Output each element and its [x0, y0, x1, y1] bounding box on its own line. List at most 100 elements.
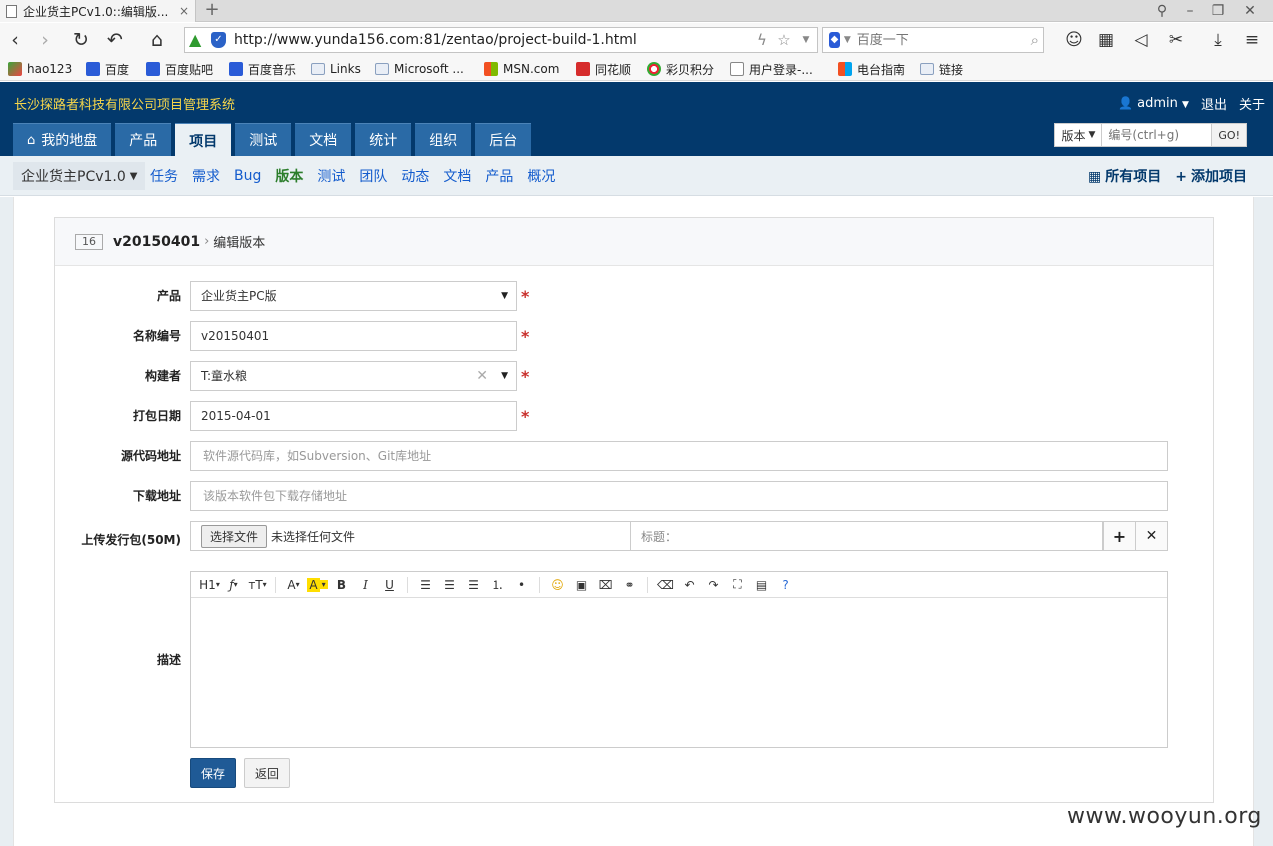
build-title[interactable]: v20150401 [113, 234, 200, 250]
reload-icon[interactable]: ↻ [68, 27, 94, 53]
subnav-product[interactable]: 产品 [485, 166, 513, 186]
close-tab-icon[interactable]: × [179, 4, 189, 18]
tab-qa[interactable]: 测试 [235, 123, 292, 156]
menu-icon[interactable]: ≡ [1238, 27, 1266, 53]
all-projects-link[interactable]: ▦ 所有项目 [1088, 166, 1161, 186]
subnav-task[interactable]: 任务 [150, 166, 178, 186]
image-icon[interactable]: ▣ [571, 575, 592, 595]
unordered-list-icon[interactable]: • [511, 575, 532, 595]
highlight-color-button[interactable]: A ▾ [307, 575, 328, 595]
paste-icon[interactable]: ▤ [751, 575, 772, 595]
subnav-bug[interactable]: Bug [234, 168, 261, 184]
bookmark-item[interactable]: 链接 [920, 60, 963, 78]
add-project-link[interactable]: + 添加项目 [1175, 166, 1247, 186]
star-icon[interactable]: ☆ [773, 31, 795, 49]
chevron-down-icon[interactable]: ▼ [844, 35, 851, 45]
tab-report[interactable]: 统计 [355, 123, 412, 156]
bookmark-item[interactable]: Links [311, 60, 361, 78]
subnav-dynamic[interactable]: 动态 [401, 166, 429, 186]
fullscreen-icon[interactable]: ⛶ [727, 575, 748, 595]
back-icon[interactable]: ‹ [2, 27, 28, 53]
emoticon-icon[interactable]: ☺ [547, 575, 568, 595]
back-button[interactable]: 返回 [244, 758, 290, 788]
scissors-icon[interactable]: ✂ [1162, 27, 1190, 53]
bookmark-item[interactable]: MSN.com [484, 60, 559, 78]
remove-file-icon[interactable]: ✕ [1135, 522, 1167, 550]
clear-icon[interactable]: ✕ [476, 362, 488, 390]
project-switcher[interactable]: 企业货主PCv1.0 ▼ [13, 162, 146, 190]
name-input[interactable]: v20150401 [190, 321, 517, 351]
bookmark-item[interactable]: 用户登录-... [730, 60, 813, 78]
bookmark-item[interactable]: 百度贴吧 [146, 60, 213, 78]
browser-search[interactable]: ◆ ▼ ⌕ [822, 27, 1044, 53]
about-link[interactable]: 关于 [1239, 94, 1265, 113]
address-bar[interactable]: ▲ ✓ http://www.yunda156.com:81/zentao/pr… [184, 27, 818, 53]
logout-link[interactable]: 退出 [1201, 94, 1227, 113]
bookmark-item[interactable]: 同花顺 [576, 60, 631, 78]
help-icon[interactable]: ? [775, 575, 796, 595]
link-icon[interactable]: ⚭ [619, 575, 640, 595]
redo-icon[interactable]: ↷ [703, 575, 724, 595]
tab-company[interactable]: 组织 [415, 123, 472, 156]
search-input[interactable] [1102, 123, 1213, 147]
apps-grid-icon[interactable]: ▦ [1092, 27, 1120, 53]
shirt-icon[interactable]: ⚲ [1148, 0, 1176, 22]
choose-file-button[interactable]: 选择文件 [201, 524, 268, 548]
subnav-build[interactable]: 版本 [275, 166, 303, 186]
builder-select[interactable]: T:童水粮 ✕ ▼ [190, 361, 517, 391]
undo-icon[interactable]: ↶ [679, 575, 700, 595]
align-right-icon[interactable]: ☰ [463, 575, 484, 595]
chat-icon[interactable]: ☺ [1060, 27, 1088, 53]
lightning-icon[interactable]: ϟ [751, 31, 773, 49]
download-input[interactable]: 该版本软件包下载存储地址 [190, 481, 1168, 511]
font-color-button[interactable]: A ▾ [283, 575, 304, 595]
subnav-test[interactable]: 测试 [317, 166, 345, 186]
scm-input[interactable]: 软件源代码库，如Subversion、Git库地址 [190, 441, 1168, 471]
editor-body[interactable] [191, 598, 1167, 747]
align-center-icon[interactable]: ☰ [439, 575, 460, 595]
eraser-icon[interactable]: ⌫ [655, 575, 676, 595]
chevron-down-icon[interactable]: ▼ [795, 35, 817, 45]
underline-button[interactable]: U [379, 575, 400, 595]
bookmark-item[interactable]: 彩贝积分 [647, 60, 714, 78]
bookmark-item[interactable]: 百度音乐 [229, 60, 296, 78]
font-family-button[interactable]: ƒ ▾ [223, 575, 244, 595]
file-title-input[interactable]: 标题： [631, 522, 1103, 550]
forward-icon[interactable]: › [32, 27, 58, 53]
bold-button[interactable]: B [331, 575, 352, 595]
font-size-button[interactable]: тT ▾ [247, 575, 268, 595]
tab-my[interactable]: ⌂ 我的地盘 [13, 123, 112, 156]
add-file-icon[interactable]: + [1103, 522, 1135, 550]
search-icon[interactable]: ⌕ [1027, 31, 1043, 49]
home-icon[interactable]: ⌂ [144, 27, 170, 53]
address-url[interactable]: http://www.yunda156.com:81/zentao/projec… [234, 32, 751, 48]
subnav-story[interactable]: 需求 [192, 166, 220, 186]
date-input[interactable]: 2015-04-01 [190, 401, 517, 431]
product-select[interactable]: 企业货主PC版 ▼ [190, 281, 517, 311]
tab-product[interactable]: 产品 [115, 123, 172, 156]
code-icon[interactable]: ⌧ [595, 575, 616, 595]
tab-admin[interactable]: 后台 [475, 123, 532, 156]
search-type-select[interactable]: 版本 ▼ [1054, 123, 1103, 147]
bookmark-item[interactable]: 百度 [86, 60, 129, 78]
bookmark-item[interactable]: Microsoft ... [375, 60, 464, 78]
subnav-doc[interactable]: 文档 [443, 166, 471, 186]
undo-close-icon[interactable]: ↶ [102, 27, 128, 53]
bookmark-item[interactable]: 电台指南 [838, 60, 905, 78]
italic-button[interactable]: I [355, 575, 376, 595]
subnav-view[interactable]: 概况 [527, 166, 555, 186]
browser-search-input[interactable] [856, 32, 1027, 48]
user-menu[interactable]: 👤 admin ▼ [1118, 96, 1189, 111]
search-go-button[interactable]: GO! [1212, 123, 1247, 147]
restore-icon[interactable]: ❐ [1204, 0, 1232, 22]
ordered-list-icon[interactable]: ⒈ [487, 575, 508, 595]
download-icon[interactable]: ⤓ [1204, 27, 1232, 53]
subnav-team[interactable]: 团队 [359, 166, 387, 186]
speaker-icon[interactable]: ◁ [1127, 27, 1155, 53]
bookmark-item[interactable]: hao123 [8, 60, 72, 78]
minimize-icon[interactable]: – [1176, 0, 1204, 22]
new-tab-button[interactable]: + [200, 0, 224, 22]
save-button[interactable]: 保存 [190, 758, 236, 788]
tab-doc[interactable]: 文档 [295, 123, 352, 156]
close-window-icon[interactable]: ✕ [1236, 0, 1264, 22]
